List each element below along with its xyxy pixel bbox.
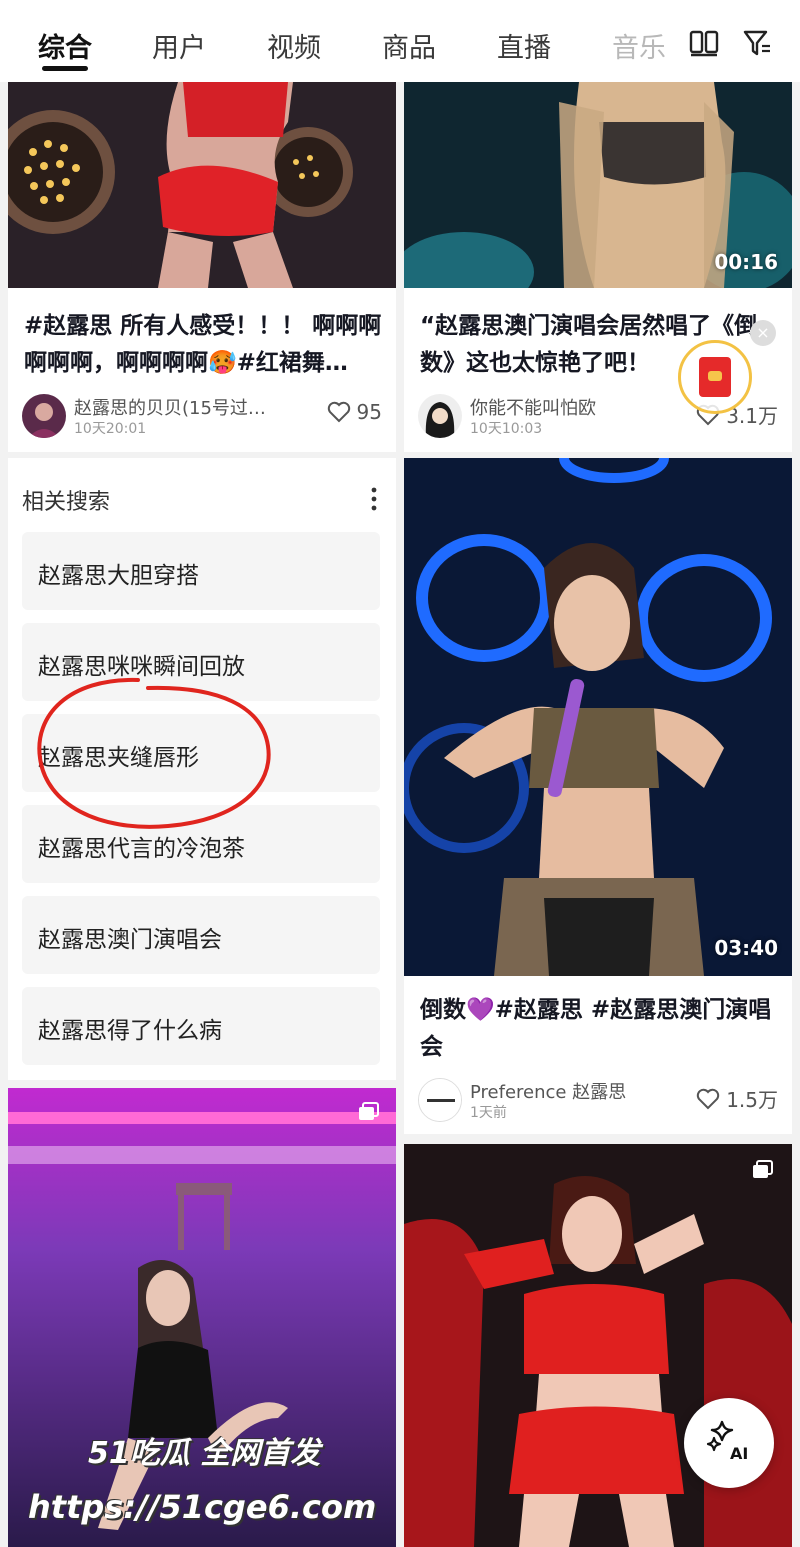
filter-icon[interactable] [742, 28, 772, 58]
avatar[interactable] [418, 1078, 462, 1122]
search-tab-bar: 综合 用户 视频 商品 直播 音乐 [0, 0, 800, 82]
layout-toggle-icon[interactable] [689, 28, 719, 58]
author-row[interactable]: 赵露思的贝贝(15号过… 10天20:01 95 [22, 394, 382, 440]
video-title[interactable]: #赵露思 所有人感受！！！ 啊啊啊啊啊啊，啊啊啊啊🥵#红裙舞… [24, 308, 382, 382]
video-duration: 03:40 [714, 936, 778, 960]
tab-indicator [42, 66, 88, 71]
heart-icon [327, 401, 350, 423]
avatar[interactable] [418, 394, 462, 438]
post-time: 10天20:01 [74, 421, 147, 437]
author-row[interactable]: Preference 赵露思 1天前 1.5万 [418, 1078, 778, 1124]
like-count[interactable]: 1.5万 [696, 1084, 778, 1113]
watermark-title: 51吃瓜 全网首发 [88, 1436, 321, 1471]
heart-icon [696, 1088, 720, 1109]
video-thumbnail: 03:40 [404, 458, 792, 976]
tab-live[interactable]: 直播 [497, 26, 551, 65]
video-card-1[interactable]: #赵露思 所有人感受！！！ 啊啊啊啊啊啊，啊啊啊啊🥵#红裙舞… 赵露思的贝贝(1… [8, 82, 396, 452]
tab-products[interactable]: 商品 [382, 26, 436, 65]
post-time: 10天10:03 [470, 421, 543, 437]
related-search-item[interactable]: 赵露思澳门演唱会 [22, 896, 380, 974]
related-search-text: 赵露思大胆穿搭 [38, 563, 199, 589]
tab-music[interactable]: 音乐 [612, 26, 666, 65]
red-packet-button[interactable] [678, 340, 752, 414]
video-card-3[interactable]: 03:40 倒数💜#赵露思 #赵露思澳门演唱会 Preference 赵露思 1… [404, 458, 792, 1134]
like-count-value: 95 [356, 400, 382, 424]
ai-label: AI [730, 1444, 749, 1463]
video-duration: 00:16 [714, 250, 778, 274]
post-time: 1天前 [470, 1105, 507, 1121]
video-thumbnail: 00:16 [404, 82, 792, 288]
watermark-url: https://51cge6.com [28, 1488, 377, 1526]
like-count-value: 1.5万 [726, 1088, 778, 1112]
video-thumbnail [8, 82, 396, 288]
avatar[interactable] [22, 394, 66, 438]
related-search-heading: 相关搜索 [22, 490, 111, 515]
red-circle-annotation [37, 677, 271, 829]
related-search-text: 赵露思得了什么病 [38, 1018, 222, 1044]
related-search-item[interactable]: 赵露思得了什么病 [22, 987, 380, 1065]
video-thumbnail [8, 1088, 396, 1547]
video-title[interactable]: 倒数💜#赵露思 #赵露思澳门演唱会 [420, 992, 778, 1066]
red-envelope-icon [699, 357, 731, 397]
ai-assistant-button[interactable]: AI [684, 1398, 774, 1488]
related-search-text: 赵露思澳门演唱会 [38, 927, 222, 953]
video-card-4[interactable]: 51吃瓜 全网首发 https://51cge6.com [8, 1088, 396, 1547]
multi-image-icon [359, 1102, 379, 1120]
author-name: 你能不能叫怕欧 [470, 398, 596, 419]
tab-videos[interactable]: 视频 [267, 26, 321, 65]
multi-image-icon [753, 1160, 773, 1178]
tab-users[interactable]: 用户 [152, 26, 206, 65]
more-options-icon[interactable] [368, 484, 380, 514]
author-name: 赵露思的贝贝(15号过… [74, 398, 266, 419]
author-name: Preference 赵露思 [470, 1082, 627, 1103]
tab-all[interactable]: 综合 [38, 26, 92, 65]
related-search-item[interactable]: 赵露思大胆穿搭 [22, 532, 380, 610]
like-count[interactable]: 95 [327, 400, 382, 424]
close-icon[interactable]: × [750, 320, 776, 346]
